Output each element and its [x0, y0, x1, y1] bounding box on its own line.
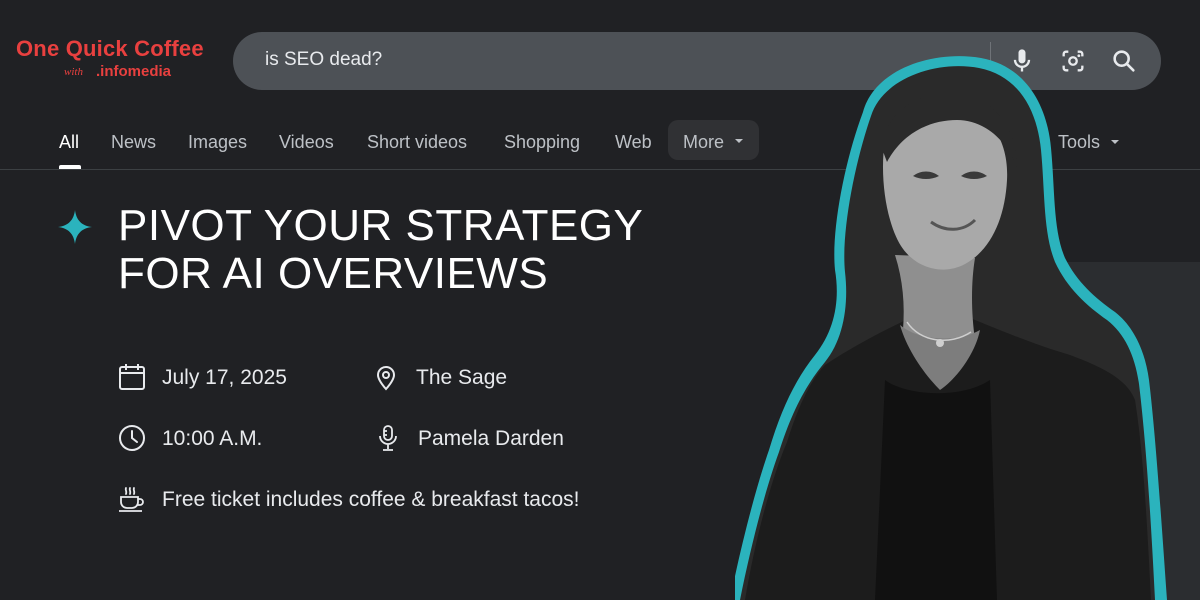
event-time-text: 10:00 A.M.	[162, 427, 263, 450]
clock-icon	[117, 423, 147, 453]
logo-title: One Quick Coffee	[16, 36, 204, 61]
search-input[interactable]: is SEO dead?	[265, 49, 382, 71]
headline-line-2: FOR AI OVERVIEWS	[118, 249, 549, 298]
event-headline: PIVOT YOUR STRATEGY FOR AI OVERVIEWS	[118, 202, 643, 298]
speaker-photo	[735, 50, 1200, 600]
logo-brand: .infomedia	[96, 63, 172, 80]
tab-images[interactable]: Images	[188, 132, 247, 153]
microphone-icon	[373, 423, 403, 453]
tab-news[interactable]: News	[111, 132, 156, 153]
tab-web[interactable]: Web	[615, 132, 652, 153]
logo[interactable]: One Quick Coffee with .infomedia	[16, 36, 226, 88]
event-perk-text: Free ticket includes coffee & breakfast …	[162, 488, 580, 511]
location-pin-icon	[371, 362, 401, 392]
sparkle-icon	[58, 210, 92, 244]
tab-videos[interactable]: Videos	[279, 132, 334, 153]
headline-line-1: PIVOT YOUR STRATEGY	[118, 201, 644, 250]
calendar-icon	[117, 362, 147, 392]
tab-short-videos[interactable]: Short videos	[367, 132, 467, 153]
logo-with-text: with	[64, 66, 83, 78]
tab-more-label: More	[683, 132, 725, 152]
event-location-text: The Sage	[416, 366, 508, 389]
event-date-text: July 17, 2025	[162, 366, 287, 389]
active-tab-indicator	[59, 165, 81, 169]
tab-all[interactable]: All	[59, 132, 79, 153]
coffee-cup-icon	[117, 484, 147, 514]
tab-shopping[interactable]: Shopping	[504, 132, 580, 153]
event-speaker-text: Pamela Darden	[418, 427, 564, 450]
